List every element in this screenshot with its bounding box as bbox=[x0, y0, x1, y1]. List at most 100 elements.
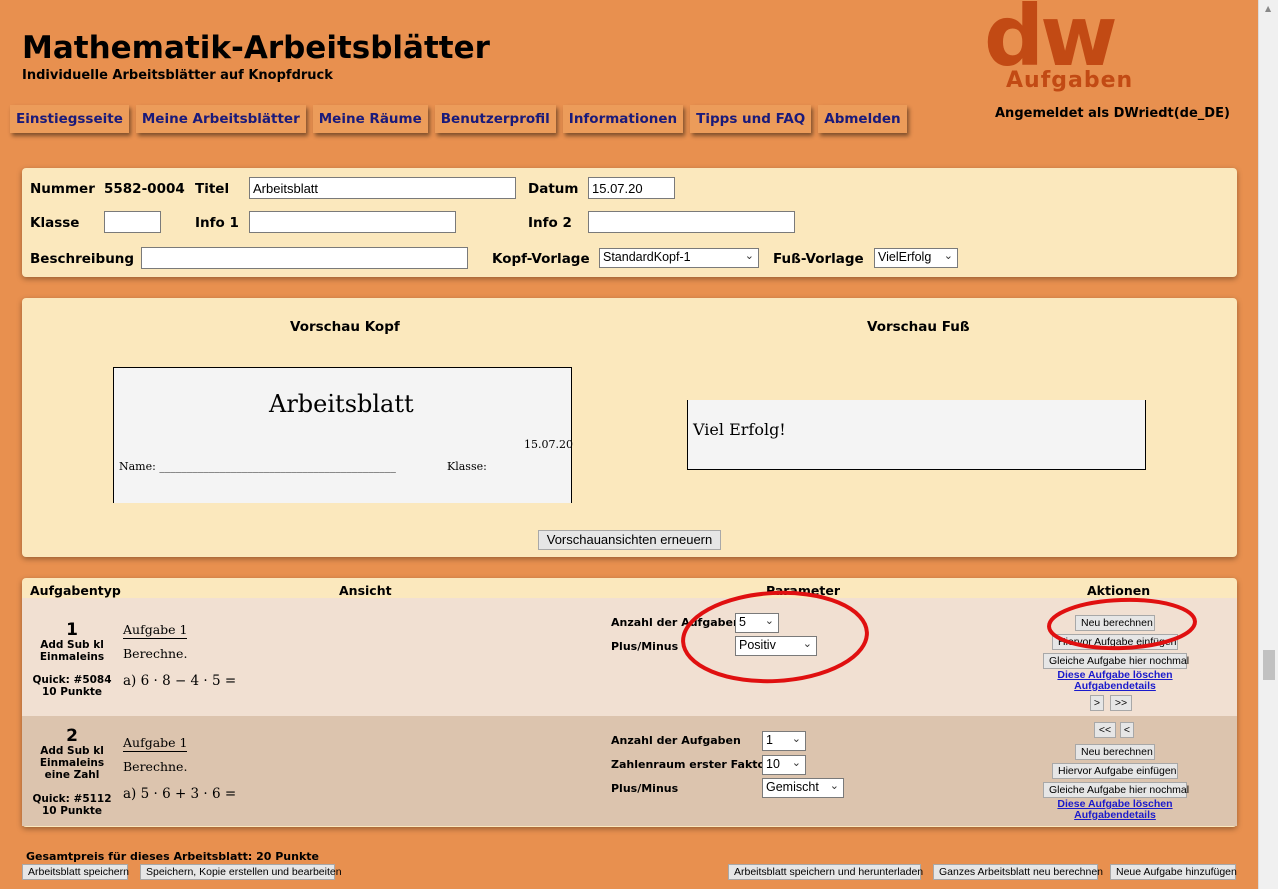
task-number: 2 bbox=[66, 726, 78, 746]
logo-main-text: dw bbox=[984, 0, 1118, 85]
page: Mathematik-Arbeitsblätter Individuelle A… bbox=[0, 0, 1258, 889]
task-row: 2 Add Sub kl Einmaleins eine Zahl Quick:… bbox=[22, 716, 1237, 826]
param-zahlenraum-value: 10 bbox=[766, 757, 780, 771]
preview-kopf-title: Vorschau Kopf bbox=[290, 319, 400, 335]
aufgabendetails-link[interactable]: Aufgabendetails bbox=[1043, 809, 1187, 821]
chevron-down-icon: ⌄ bbox=[943, 250, 953, 262]
page-subtitle: Individuelle Arbeitsblätter auf Knopfdru… bbox=[22, 68, 333, 83]
nav-tipps-faq[interactable]: Tipps und FAQ bbox=[690, 105, 812, 133]
param-anzahl-label: Anzahl der Aufgaben bbox=[611, 734, 741, 747]
nav-benutzerprofil[interactable]: Benutzerprofil bbox=[434, 105, 556, 133]
klasse-label: Klasse bbox=[30, 215, 80, 231]
preview-kopf-klasse: Klasse: bbox=[447, 460, 487, 473]
scrollbar-thumb[interactable] bbox=[1263, 650, 1275, 680]
param-plusminus-label: Plus/Minus bbox=[611, 782, 679, 795]
task-preview-title: Aufgabe 1 bbox=[123, 622, 188, 639]
preview-kopf-heading: Arbeitsblatt bbox=[269, 390, 414, 418]
task-row: 1 Add Sub kl Einmaleins Quick: #5084 10 … bbox=[22, 598, 1237, 716]
preview-kopf-name: Name: __________________________________… bbox=[119, 460, 396, 473]
param-zahlenraum-select[interactable]: 10 ⌄ bbox=[762, 755, 806, 775]
param-anzahl-select[interactable]: 5 ⌄ bbox=[735, 613, 779, 633]
add-task-button[interactable]: Neue Aufgabe hinzufügen bbox=[1110, 864, 1237, 880]
nummer-label: Nummer bbox=[30, 181, 95, 197]
task-preview-instruction: Berechne. bbox=[123, 646, 188, 661]
klasse-input[interactable] bbox=[104, 211, 161, 233]
gesamtpreis-text: Gesamtpreis für dieses Arbeitsblatt: 20 … bbox=[26, 850, 320, 863]
chevron-down-icon: ⌄ bbox=[829, 780, 839, 792]
save-button[interactable]: Arbeitsblatt speichern bbox=[22, 864, 129, 880]
task-quick-id: Quick: #5084 bbox=[32, 674, 112, 686]
task-category: Add Sub kl Einmaleins bbox=[39, 639, 105, 663]
recalc-all-button[interactable]: Ganzes Arbeitsblatt neu berechnen bbox=[933, 864, 1103, 880]
chevron-down-icon: ⌄ bbox=[791, 733, 801, 745]
task-preview-title: Aufgabe 1 bbox=[123, 735, 188, 752]
kopf-vorlage-select[interactable]: StandardKopf-1 ⌄ bbox=[599, 248, 759, 268]
beschreibung-input[interactable] bbox=[141, 247, 468, 269]
nummer-value: 5582-0004 bbox=[104, 181, 185, 197]
preview-panel: Vorschau Kopf Vorschau Fuß Arbeitsblatt … bbox=[22, 298, 1237, 557]
gleiche-aufgabe-button[interactable]: Gleiche Aufgabe hier nochmal bbox=[1043, 653, 1189, 669]
logo-sub-text: Aufgaben bbox=[1006, 68, 1134, 93]
titel-label: Titel bbox=[195, 181, 230, 197]
task-points: 10 Punkte bbox=[41, 805, 103, 817]
beschreibung-label: Beschreibung bbox=[30, 251, 135, 267]
page-scrollbar[interactable]: ▲ bbox=[1258, 0, 1278, 889]
col-header-ansicht: Ansicht bbox=[339, 583, 392, 598]
info1-input[interactable] bbox=[249, 211, 456, 233]
move-up-button[interactable]: < bbox=[1120, 722, 1134, 738]
save-download-button[interactable]: Arbeitsblatt speichern und herunterladen bbox=[728, 864, 923, 880]
move-bottom-button[interactable]: >> bbox=[1110, 695, 1132, 711]
info1-label: Info 1 bbox=[195, 215, 239, 231]
page-title: Mathematik-Arbeitsblätter bbox=[22, 30, 490, 66]
refresh-preview-button[interactable]: Vorschauansichten erneuern bbox=[538, 530, 721, 550]
param-anzahl-label: Anzahl der Aufgaben bbox=[611, 616, 741, 629]
col-header-parameter: Parameter bbox=[766, 583, 840, 598]
datum-input[interactable] bbox=[588, 177, 675, 199]
nav-abmelden[interactable]: Abmelden bbox=[818, 105, 907, 133]
nav-meine-raeume[interactable]: Meine Räume bbox=[312, 105, 428, 133]
param-plusminus-select[interactable]: Gemischt ⌄ bbox=[762, 778, 844, 798]
param-plusminus-select[interactable]: Positiv ⌄ bbox=[735, 636, 817, 656]
param-zahlenraum-label: Zahlenraum erster Faktor bbox=[611, 758, 771, 771]
info2-label: Info 2 bbox=[528, 215, 572, 231]
task-preview-math: a) 6 · 8 − 4 · 5 = bbox=[123, 673, 237, 689]
aufgabendetails-link[interactable]: Aufgabendetails bbox=[1043, 680, 1187, 692]
save-copy-button[interactable]: Speichern, Kopie erstellen und bearbeite… bbox=[140, 864, 342, 880]
nav-meine-arbeitsblaetter[interactable]: Meine Arbeitsblätter bbox=[135, 105, 306, 133]
param-plusminus-value: Positiv bbox=[739, 638, 776, 652]
param-plusminus-label: Plus/Minus bbox=[611, 640, 679, 653]
fuss-vorlage-value: VielErfolg bbox=[878, 250, 932, 264]
dw-logo[interactable]: dw Aufgaben bbox=[984, 0, 1234, 98]
preview-fuss-title: Vorschau Fuß bbox=[867, 319, 970, 335]
hiervor-einfuegen-button[interactable]: Hiervor Aufgabe einfügen bbox=[1052, 763, 1178, 779]
preview-fuss-box: Viel Erfolg! bbox=[687, 400, 1146, 470]
task-number: 1 bbox=[66, 620, 78, 640]
task-preview-instruction: Berechne. bbox=[123, 759, 188, 774]
info2-input[interactable] bbox=[588, 211, 795, 233]
chevron-down-icon: ⌄ bbox=[764, 615, 774, 627]
gleiche-aufgabe-button[interactable]: Gleiche Aufgabe hier nochmal bbox=[1043, 782, 1189, 798]
task-quick-id: Quick: #5112 bbox=[32, 793, 112, 805]
param-anzahl-value: 1 bbox=[766, 733, 773, 747]
scroll-up-icon[interactable]: ▲ bbox=[1265, 4, 1271, 13]
hiervor-einfuegen-button[interactable]: Hiervor Aufgabe einfügen bbox=[1052, 634, 1178, 650]
nav-informationen[interactable]: Informationen bbox=[562, 105, 684, 133]
chevron-down-icon: ⌄ bbox=[744, 250, 754, 262]
worksheet-form-panel: Nummer 5582-0004 Titel Datum Klasse Info… bbox=[22, 168, 1237, 277]
fuss-vorlage-select[interactable]: VielErfolg ⌄ bbox=[874, 248, 958, 268]
move-down-button[interactable]: > bbox=[1090, 695, 1104, 711]
kopf-vorlage-value: StandardKopf-1 bbox=[603, 250, 691, 264]
col-header-aufgabentyp: Aufgabentyp bbox=[30, 583, 121, 598]
fuss-vorlage-label: Fuß-Vorlage bbox=[773, 251, 864, 267]
neu-berechnen-button[interactable]: Neu berechnen bbox=[1075, 744, 1155, 760]
titel-input[interactable] bbox=[249, 177, 516, 199]
task-category: Add Sub kl Einmaleins eine Zahl bbox=[39, 745, 105, 781]
neu-berechnen-button[interactable]: Neu berechnen bbox=[1075, 615, 1155, 631]
move-top-button[interactable]: << bbox=[1094, 722, 1116, 738]
param-anzahl-select[interactable]: 1 ⌄ bbox=[762, 731, 806, 751]
chevron-down-icon: ⌄ bbox=[802, 638, 812, 650]
datum-label: Datum bbox=[528, 181, 579, 197]
nav-einstiegsseite[interactable]: Einstiegsseite bbox=[10, 105, 129, 133]
param-plusminus-value: Gemischt bbox=[766, 780, 819, 794]
kopf-vorlage-label: Kopf-Vorlage bbox=[492, 251, 590, 267]
